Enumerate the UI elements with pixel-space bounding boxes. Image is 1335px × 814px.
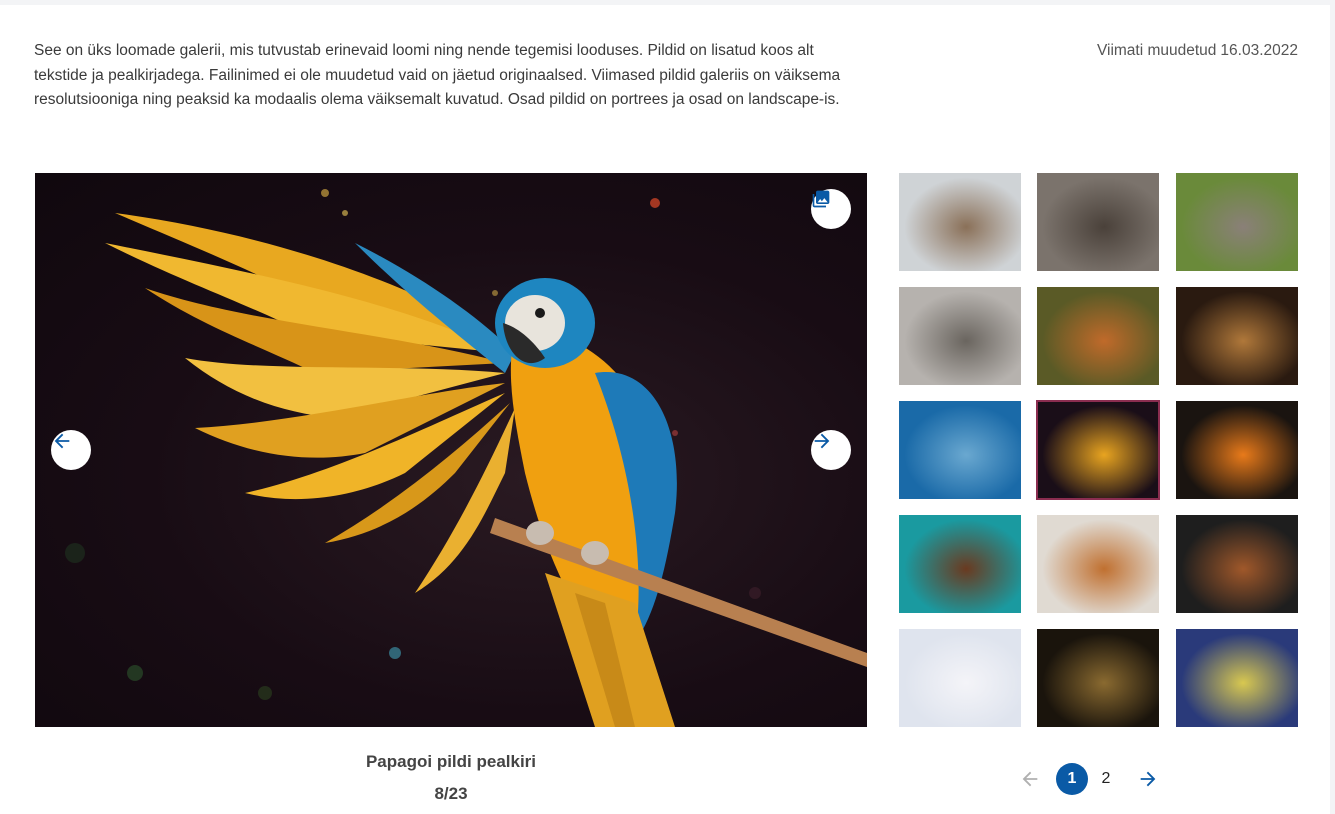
arrow-right-icon — [814, 433, 830, 449]
thumbnail-macaw[interactable] — [1036, 400, 1160, 500]
gallery-card: See on üks loomade galerii, mis tutvusta… — [0, 5, 1330, 814]
gallery-view-button[interactable] — [811, 189, 851, 229]
thumbnail-tiger-in-snow[interactable] — [1037, 515, 1159, 613]
pagination-next-button[interactable] — [1132, 763, 1164, 795]
pagination-previous-button[interactable] — [1014, 763, 1046, 795]
thumbnail-elephant[interactable] — [899, 287, 1021, 385]
thumbnail-cat-on-crate[interactable] — [1037, 173, 1159, 271]
main-image[interactable] — [35, 173, 867, 727]
last-modified-date: 16.03.2022 — [1220, 42, 1298, 59]
thumbnail-dolphin[interactable] — [899, 401, 1021, 499]
arrow-left-icon — [54, 433, 70, 449]
thumbnail-lion[interactable] — [1176, 287, 1298, 385]
last-modified-label: Viimati muudetud — [1096, 42, 1217, 59]
pagination-page-2[interactable]: 2 — [1090, 763, 1122, 795]
gallery-description: See on üks loomade galerii, mis tutvusta… — [34, 42, 841, 108]
thumbnail-kitten-on-grass[interactable] — [1176, 173, 1298, 271]
thumbnail-starry-night-painting[interactable] — [1176, 629, 1298, 727]
previous-image-button[interactable] — [51, 430, 91, 470]
thumbnail-deer[interactable] — [899, 173, 1021, 271]
pagination: 1 2 — [1014, 763, 1164, 795]
image-counter: 8/23 — [434, 784, 468, 803]
thumbnail-dachshund[interactable] — [1176, 515, 1298, 613]
image-gallery-icon — [812, 190, 830, 208]
macaw-photo — [65, 189, 867, 727]
arrow-right-icon — [1140, 771, 1156, 787]
next-image-button[interactable] — [811, 430, 851, 470]
arrow-left-icon — [1022, 771, 1038, 787]
thumbnail-owl[interactable] — [1176, 401, 1298, 499]
thumbnail-arctic-fox[interactable] — [899, 629, 1021, 727]
thumbnail-night-watch-painting[interactable] — [1037, 629, 1159, 727]
pagination-page-1[interactable]: 1 — [1056, 763, 1088, 795]
last-modified: Viimati muudetud 16.03.2022 — [1097, 39, 1298, 64]
thumbnail-sea-turtle[interactable] — [899, 515, 1021, 613]
image-caption-title: Papagoi pildi pealkiri — [365, 752, 537, 771]
thumbnail-sleeping-fox[interactable] — [1037, 287, 1159, 385]
